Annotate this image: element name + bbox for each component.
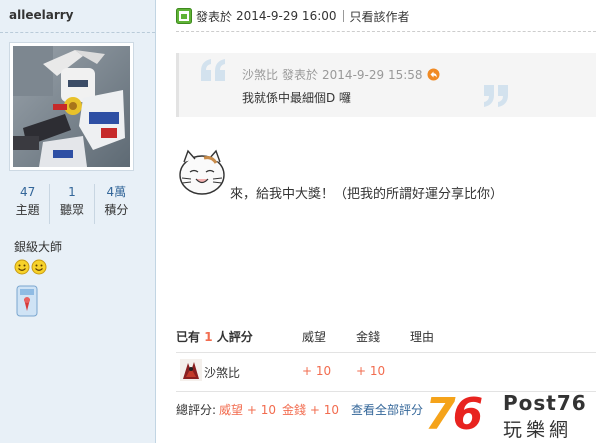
- watermark-number: 76: [425, 389, 484, 440]
- smiley-icon: [31, 259, 47, 275]
- stat-threads-label: 主題: [15, 203, 40, 217]
- stat-points[interactable]: 4萬 積分: [93, 184, 138, 224]
- rating-col-money: 金錢: [356, 330, 381, 344]
- watermark-digit-6: 6: [452, 389, 484, 440]
- rating-row: 沙煞比 + 10 + 10: [176, 359, 596, 383]
- post-header: 發表於 2014-9-29 16:00 只看該作者: [176, 7, 410, 25]
- view-all-ratings-link[interactable]: 查看全部評分: [351, 401, 423, 418]
- stat-followers[interactable]: 1 聽眾: [49, 184, 93, 224]
- gundam-avatar-image: [13, 46, 130, 167]
- user-rank: 銀級大師: [14, 240, 63, 254]
- rating-total-label: 總評分:: [176, 403, 217, 417]
- quote-block: 沙煞比 發表於 2014-9-29 15:58 我就係中最細個D 囉: [176, 53, 596, 117]
- medal-icon[interactable]: [16, 285, 38, 317]
- post-date-label: 發表於: [196, 9, 233, 24]
- jump-to-post-icon[interactable]: [427, 68, 440, 81]
- rating-title-prefix: 已有: [176, 330, 201, 344]
- quote-text: 我就係中最細個D 囉: [242, 91, 352, 105]
- sidebar-divider: [0, 32, 155, 33]
- rank-stars: [14, 259, 47, 275]
- quote-meta: 沙煞比 發表於 2014-9-29 15:58: [242, 66, 440, 83]
- only-author-link[interactable]: 只看該作者: [350, 8, 410, 25]
- rating-total: 總評分: 威望 + 10 金錢 + 10 查看全部評分: [176, 401, 423, 418]
- rating-total-money: 金錢 + 10: [282, 403, 339, 417]
- quote-posted-label: 發表於: [282, 68, 319, 82]
- watermark-brand: Post76: [503, 391, 587, 415]
- rater-name[interactable]: 沙煞比: [204, 364, 240, 381]
- stat-points-value: 4萬: [106, 185, 127, 199]
- open-quote-icon: [201, 59, 225, 81]
- watermark-digit-7: 7: [425, 389, 456, 440]
- quote-date: 2014-9-29 15:58: [322, 67, 423, 82]
- stat-threads[interactable]: 47 主題: [6, 184, 49, 224]
- smiley-icon: [14, 259, 30, 275]
- stat-followers-label: 聽眾: [59, 203, 84, 217]
- post-message: 來，給我中大獎！（把我的所謂好運分享比你）: [230, 187, 504, 202]
- post-date: 2014-9-29 16:00: [236, 9, 337, 23]
- stat-threads-value: 47: [20, 185, 36, 199]
- rating-col-reason: 理由: [410, 330, 435, 344]
- rating-header: 已有 1 人評分 威望 金錢 理由: [176, 328, 596, 346]
- avatar[interactable]: [9, 42, 134, 171]
- site-watermark-logo: 76 Post76 玩樂網: [425, 389, 596, 442]
- post-header-divider: [176, 31, 596, 32]
- author-stats: 47 主題 1 聽眾 4萬 積分: [6, 184, 138, 224]
- watermark-brand-cn: 玩樂網: [503, 419, 573, 441]
- rating-count: 1: [204, 330, 213, 344]
- rating-title-suffix: 人評分: [216, 330, 253, 344]
- rating-divider: [176, 352, 596, 353]
- rating-total-prestige: 威望 + 10: [219, 403, 277, 417]
- rating-col-prestige: 威望: [302, 330, 327, 344]
- rater-money: + 10: [356, 364, 386, 378]
- quote-author[interactable]: 沙煞比: [242, 66, 278, 83]
- post-status-icon: [176, 8, 192, 24]
- stat-followers-value: 1: [68, 185, 76, 199]
- author-sidebar: alleelarry 47 主題 1 聽眾 4萬 積分 銀級大師: [0, 0, 156, 443]
- rater-prestige: + 10: [302, 364, 332, 378]
- rating-title: 已有 1 人評分: [176, 328, 253, 345]
- stat-points-label: 積分: [104, 203, 129, 217]
- header-divider: [342, 10, 344, 22]
- cat-sticker-image: [179, 149, 225, 195]
- rater-avatar[interactable]: [180, 359, 202, 381]
- author-username[interactable]: alleelarry: [9, 8, 73, 22]
- close-quote-icon: [484, 85, 508, 107]
